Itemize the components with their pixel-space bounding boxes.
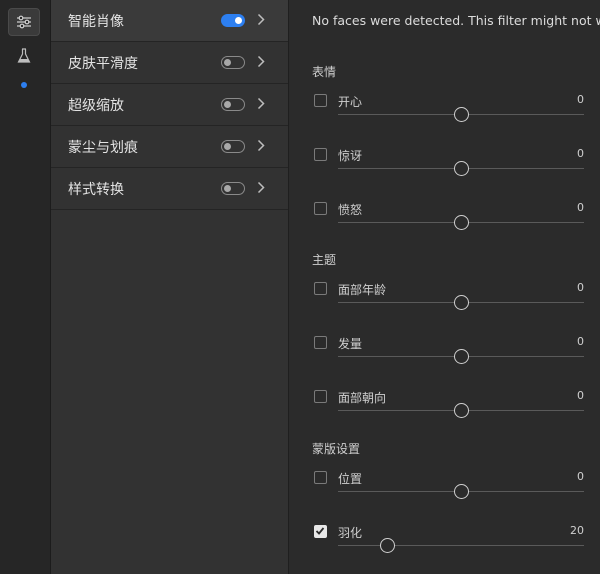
enable-checkbox[interactable] <box>314 336 327 349</box>
filter-label: 蒙尘与划痕 <box>68 139 138 156</box>
filter-item[interactable]: 蒙尘与划痕 <box>51 126 288 168</box>
slider-row: 羽化 20 <box>312 523 584 563</box>
slider-label: 开心 <box>338 95 363 109</box>
toggle-knob <box>224 58 231 66</box>
enable-checkbox[interactable] <box>314 471 327 484</box>
slider-row: 位置 0 <box>312 469 584 509</box>
toggle-knob <box>224 142 231 150</box>
slider-row: 愤怒 0 <box>312 200 584 240</box>
slider-value: 0 <box>577 281 584 294</box>
slider-value: 0 <box>577 93 584 106</box>
checkmark-icon <box>315 527 325 535</box>
slider-thumb[interactable] <box>453 161 469 176</box>
section-title: 主题 <box>312 253 337 267</box>
slider-thumb[interactable] <box>453 215 469 230</box>
slider-track[interactable] <box>338 545 584 546</box>
slider-thumb[interactable] <box>453 107 469 122</box>
filter-item[interactable]: 皮肤平滑度 <box>51 42 288 84</box>
toggle-knob <box>224 184 231 192</box>
slider-row: 面部年龄 0 <box>312 280 584 320</box>
filter-label: 皮肤平滑度 <box>68 55 138 72</box>
slider-value: 0 <box>577 201 584 214</box>
slider-label: 愤怒 <box>338 203 363 217</box>
slider-thumb[interactable] <box>453 484 469 499</box>
slider-value: 0 <box>577 335 584 348</box>
filter-toggle[interactable] <box>221 98 245 111</box>
enable-checkbox[interactable] <box>314 390 327 403</box>
slider-label: 发量 <box>338 337 363 351</box>
section-title: 蒙版设置 <box>312 442 361 456</box>
slider-thumb[interactable] <box>453 349 469 364</box>
slider-value: 0 <box>577 389 584 402</box>
sliders-icon[interactable] <box>8 8 40 36</box>
filter-toggle[interactable] <box>221 182 245 195</box>
filter-item[interactable]: 样式转换 <box>51 168 288 210</box>
filter-label: 样式转换 <box>68 181 124 198</box>
filter-item[interactable]: 智能肖像 <box>51 0 288 42</box>
slider-row: 发量 0 <box>312 334 584 374</box>
slider-value: 20 <box>570 524 584 537</box>
filter-label: 智能肖像 <box>68 13 124 30</box>
chevron-right-icon[interactable] <box>257 139 265 152</box>
slider-thumb[interactable] <box>453 295 469 310</box>
slider-label: 羽化 <box>338 526 363 540</box>
filter-item[interactable]: 超级缩放 <box>51 84 288 126</box>
slider-thumb[interactable] <box>379 538 395 553</box>
slider-label: 位置 <box>338 472 363 486</box>
enable-checkbox[interactable] <box>314 282 327 295</box>
filter-toggle[interactable] <box>221 14 245 27</box>
slider-label: 惊讶 <box>338 149 363 163</box>
chevron-right-icon[interactable] <box>257 97 265 110</box>
toggle-knob <box>235 16 242 24</box>
filter-toggle[interactable] <box>221 56 245 69</box>
tool-rail <box>0 0 51 574</box>
enable-checkbox[interactable] <box>314 94 327 107</box>
no-faces-notice: No faces were detected. This filter migh… <box>312 13 600 28</box>
filter-list: 智能肖像皮肤平滑度超级缩放蒙尘与划痕样式转换 <box>51 0 289 574</box>
enable-checkbox[interactable] <box>314 202 327 215</box>
active-dot-indicator <box>21 82 27 88</box>
slider-value: 0 <box>577 147 584 160</box>
filter-label: 超级缩放 <box>68 97 124 114</box>
slider-thumb[interactable] <box>453 403 469 418</box>
slider-label: 面部朝向 <box>338 391 387 405</box>
filter-toggle[interactable] <box>221 140 245 153</box>
enable-checkbox[interactable] <box>314 525 327 538</box>
slider-value: 0 <box>577 470 584 483</box>
section-title: 表情 <box>312 65 337 79</box>
toggle-knob <box>224 100 231 108</box>
flask-icon[interactable] <box>8 42 40 70</box>
slider-label: 面部年龄 <box>338 283 387 297</box>
slider-row: 惊讶 0 <box>312 146 584 186</box>
chevron-right-icon[interactable] <box>257 55 265 68</box>
slider-row: 开心 0 <box>312 92 584 132</box>
filter-settings-panel: No faces were detected. This filter migh… <box>289 0 600 574</box>
slider-row: 面部朝向 0 <box>312 388 584 428</box>
chevron-right-icon[interactable] <box>257 181 265 194</box>
enable-checkbox[interactable] <box>314 148 327 161</box>
chevron-right-icon[interactable] <box>257 13 265 26</box>
